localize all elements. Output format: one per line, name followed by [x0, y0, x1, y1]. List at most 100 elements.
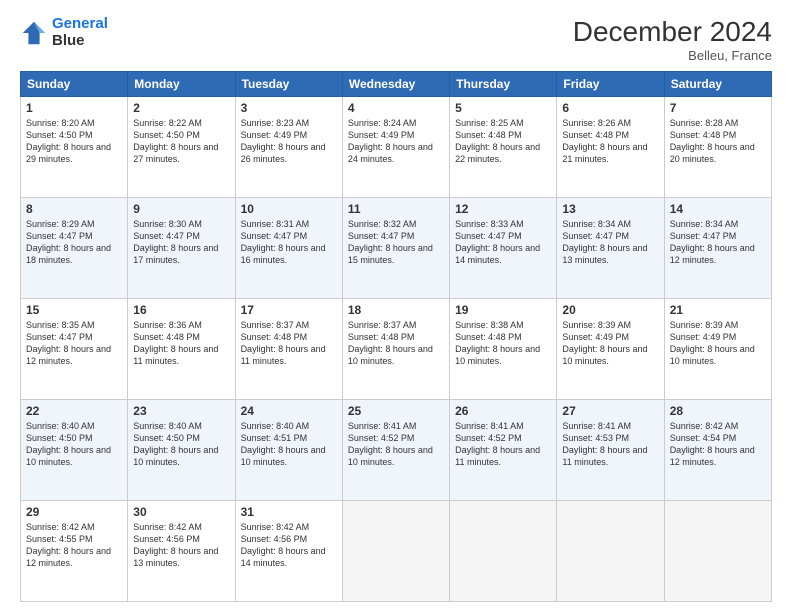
day-number: 11	[348, 202, 444, 216]
weekday-sunday: Sunday	[21, 72, 128, 97]
day-number: 23	[133, 404, 229, 418]
calendar-cell: 9 Sunrise: 8:30 AM Sunset: 4:47 PM Dayli…	[128, 198, 235, 299]
day-info: Sunrise: 8:42 AM Sunset: 4:55 PM Dayligh…	[26, 521, 122, 570]
day-number: 13	[562, 202, 658, 216]
calendar-cell: 30 Sunrise: 8:42 AM Sunset: 4:56 PM Dayl…	[128, 501, 235, 602]
day-number: 2	[133, 101, 229, 115]
logo-text: General Blue	[52, 16, 108, 49]
calendar-cell: 19 Sunrise: 8:38 AM Sunset: 4:48 PM Dayl…	[450, 299, 557, 400]
logo: General Blue	[20, 16, 108, 49]
day-number: 16	[133, 303, 229, 317]
day-info: Sunrise: 8:42 AM Sunset: 4:54 PM Dayligh…	[670, 420, 766, 469]
day-number: 7	[670, 101, 766, 115]
calendar-cell: 25 Sunrise: 8:41 AM Sunset: 4:52 PM Dayl…	[342, 400, 449, 501]
calendar-cell: 10 Sunrise: 8:31 AM Sunset: 4:47 PM Dayl…	[235, 198, 342, 299]
day-number: 27	[562, 404, 658, 418]
calendar-cell: 28 Sunrise: 8:42 AM Sunset: 4:54 PM Dayl…	[664, 400, 771, 501]
weekday-saturday: Saturday	[664, 72, 771, 97]
day-info: Sunrise: 8:39 AM Sunset: 4:49 PM Dayligh…	[562, 319, 658, 368]
day-info: Sunrise: 8:20 AM Sunset: 4:50 PM Dayligh…	[26, 117, 122, 166]
day-number: 29	[26, 505, 122, 519]
day-info: Sunrise: 8:36 AM Sunset: 4:48 PM Dayligh…	[133, 319, 229, 368]
header: General Blue December 2024 Belleu, Franc…	[20, 16, 772, 63]
calendar-cell: 14 Sunrise: 8:34 AM Sunset: 4:47 PM Dayl…	[664, 198, 771, 299]
weekday-thursday: Thursday	[450, 72, 557, 97]
calendar-cell: 29 Sunrise: 8:42 AM Sunset: 4:55 PM Dayl…	[21, 501, 128, 602]
calendar-week-5: 29 Sunrise: 8:42 AM Sunset: 4:55 PM Dayl…	[21, 501, 772, 602]
day-info: Sunrise: 8:23 AM Sunset: 4:49 PM Dayligh…	[241, 117, 337, 166]
day-number: 22	[26, 404, 122, 418]
weekday-wednesday: Wednesday	[342, 72, 449, 97]
day-info: Sunrise: 8:41 AM Sunset: 4:52 PM Dayligh…	[455, 420, 551, 469]
calendar-cell: 11 Sunrise: 8:32 AM Sunset: 4:47 PM Dayl…	[342, 198, 449, 299]
calendar-cell: 16 Sunrise: 8:36 AM Sunset: 4:48 PM Dayl…	[128, 299, 235, 400]
day-number: 31	[241, 505, 337, 519]
weekday-header-row: SundayMondayTuesdayWednesdayThursdayFrid…	[21, 72, 772, 97]
calendar-cell: 24 Sunrise: 8:40 AM Sunset: 4:51 PM Dayl…	[235, 400, 342, 501]
day-number: 5	[455, 101, 551, 115]
calendar-week-1: 1 Sunrise: 8:20 AM Sunset: 4:50 PM Dayli…	[21, 97, 772, 198]
day-number: 9	[133, 202, 229, 216]
day-number: 10	[241, 202, 337, 216]
calendar-cell: 2 Sunrise: 8:22 AM Sunset: 4:50 PM Dayli…	[128, 97, 235, 198]
day-info: Sunrise: 8:42 AM Sunset: 4:56 PM Dayligh…	[241, 521, 337, 570]
calendar-cell: 26 Sunrise: 8:41 AM Sunset: 4:52 PM Dayl…	[450, 400, 557, 501]
day-number: 6	[562, 101, 658, 115]
calendar-cell: 5 Sunrise: 8:25 AM Sunset: 4:48 PM Dayli…	[450, 97, 557, 198]
day-info: Sunrise: 8:34 AM Sunset: 4:47 PM Dayligh…	[670, 218, 766, 267]
day-number: 12	[455, 202, 551, 216]
day-number: 18	[348, 303, 444, 317]
calendar-cell: 12 Sunrise: 8:33 AM Sunset: 4:47 PM Dayl…	[450, 198, 557, 299]
calendar-cell: 4 Sunrise: 8:24 AM Sunset: 4:49 PM Dayli…	[342, 97, 449, 198]
day-info: Sunrise: 8:24 AM Sunset: 4:49 PM Dayligh…	[348, 117, 444, 166]
calendar-week-2: 8 Sunrise: 8:29 AM Sunset: 4:47 PM Dayli…	[21, 198, 772, 299]
day-info: Sunrise: 8:22 AM Sunset: 4:50 PM Dayligh…	[133, 117, 229, 166]
day-info: Sunrise: 8:42 AM Sunset: 4:56 PM Dayligh…	[133, 521, 229, 570]
calendar-cell	[342, 501, 449, 602]
day-info: Sunrise: 8:31 AM Sunset: 4:47 PM Dayligh…	[241, 218, 337, 267]
calendar-cell: 23 Sunrise: 8:40 AM Sunset: 4:50 PM Dayl…	[128, 400, 235, 501]
calendar-cell: 31 Sunrise: 8:42 AM Sunset: 4:56 PM Dayl…	[235, 501, 342, 602]
calendar-cell: 18 Sunrise: 8:37 AM Sunset: 4:48 PM Dayl…	[342, 299, 449, 400]
day-number: 19	[455, 303, 551, 317]
day-number: 21	[670, 303, 766, 317]
calendar-cell: 20 Sunrise: 8:39 AM Sunset: 4:49 PM Dayl…	[557, 299, 664, 400]
day-number: 30	[133, 505, 229, 519]
day-number: 25	[348, 404, 444, 418]
calendar-cell	[557, 501, 664, 602]
calendar-cell	[450, 501, 557, 602]
day-number: 15	[26, 303, 122, 317]
calendar-table: SundayMondayTuesdayWednesdayThursdayFrid…	[20, 71, 772, 602]
day-info: Sunrise: 8:30 AM Sunset: 4:47 PM Dayligh…	[133, 218, 229, 267]
day-info: Sunrise: 8:25 AM Sunset: 4:48 PM Dayligh…	[455, 117, 551, 166]
day-info: Sunrise: 8:38 AM Sunset: 4:48 PM Dayligh…	[455, 319, 551, 368]
calendar-cell: 21 Sunrise: 8:39 AM Sunset: 4:49 PM Dayl…	[664, 299, 771, 400]
calendar-cell: 7 Sunrise: 8:28 AM Sunset: 4:48 PM Dayli…	[664, 97, 771, 198]
day-info: Sunrise: 8:32 AM Sunset: 4:47 PM Dayligh…	[348, 218, 444, 267]
day-number: 3	[241, 101, 337, 115]
day-info: Sunrise: 8:37 AM Sunset: 4:48 PM Dayligh…	[241, 319, 337, 368]
day-info: Sunrise: 8:33 AM Sunset: 4:47 PM Dayligh…	[455, 218, 551, 267]
day-number: 8	[26, 202, 122, 216]
day-info: Sunrise: 8:35 AM Sunset: 4:47 PM Dayligh…	[26, 319, 122, 368]
day-info: Sunrise: 8:40 AM Sunset: 4:50 PM Dayligh…	[133, 420, 229, 469]
day-number: 24	[241, 404, 337, 418]
day-info: Sunrise: 8:26 AM Sunset: 4:48 PM Dayligh…	[562, 117, 658, 166]
calendar-cell	[664, 501, 771, 602]
logo-icon	[20, 19, 48, 47]
page: General Blue December 2024 Belleu, Franc…	[0, 0, 792, 612]
month-title: December 2024	[573, 16, 772, 48]
title-block: December 2024 Belleu, France	[573, 16, 772, 63]
day-number: 1	[26, 101, 122, 115]
day-info: Sunrise: 8:40 AM Sunset: 4:50 PM Dayligh…	[26, 420, 122, 469]
day-info: Sunrise: 8:34 AM Sunset: 4:47 PM Dayligh…	[562, 218, 658, 267]
calendar-cell: 15 Sunrise: 8:35 AM Sunset: 4:47 PM Dayl…	[21, 299, 128, 400]
calendar-cell: 27 Sunrise: 8:41 AM Sunset: 4:53 PM Dayl…	[557, 400, 664, 501]
day-number: 26	[455, 404, 551, 418]
day-info: Sunrise: 8:41 AM Sunset: 4:52 PM Dayligh…	[348, 420, 444, 469]
location: Belleu, France	[573, 48, 772, 63]
day-info: Sunrise: 8:41 AM Sunset: 4:53 PM Dayligh…	[562, 420, 658, 469]
day-info: Sunrise: 8:28 AM Sunset: 4:48 PM Dayligh…	[670, 117, 766, 166]
calendar-cell: 6 Sunrise: 8:26 AM Sunset: 4:48 PM Dayli…	[557, 97, 664, 198]
day-info: Sunrise: 8:40 AM Sunset: 4:51 PM Dayligh…	[241, 420, 337, 469]
